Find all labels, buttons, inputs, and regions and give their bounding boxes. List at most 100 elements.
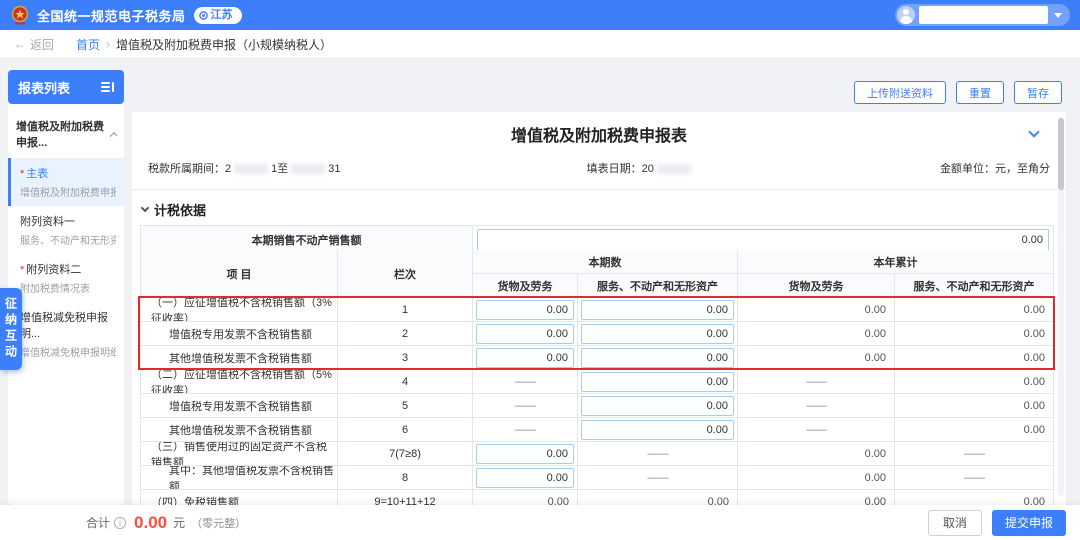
sidebar-item-label: *主表	[20, 165, 116, 181]
col-header-line-no: 栏次	[338, 250, 473, 298]
row-5-col-2-cell	[578, 394, 738, 418]
required-asterisk: *	[20, 264, 24, 276]
reset-button[interactable]: 重置	[956, 81, 1004, 104]
sidebar-item-1[interactable]: 附列资料一服务、不动产和无形资产扣..	[8, 206, 124, 254]
footer-bar: 合计 i 0.00 元 （零元整） 取消 提交申报	[0, 505, 1080, 540]
sidebar-item-2[interactable]: *附列资料二附加税费情况表	[8, 254, 124, 302]
chevron-down-icon	[1054, 13, 1062, 18]
col-header-goods-services: 货物及劳务	[473, 274, 578, 298]
row-8-col-4-not-applicable: ——	[895, 466, 1054, 490]
row-2-col-4-value: 0.00	[895, 322, 1054, 346]
row-4-col-1-not-applicable: ——	[473, 370, 578, 394]
row-6-col-2-input[interactable]	[581, 420, 734, 440]
row-6-label: 其他增值税发票不含税销售额	[141, 418, 338, 442]
row-8-col-3-value: 0.00	[738, 466, 895, 490]
region-badge[interactable]: 江苏	[194, 7, 242, 24]
chevron-down-icon	[141, 204, 149, 212]
sidebar-collapse-icon[interactable]	[101, 82, 114, 93]
breadcrumb-current-page: 增值税及附加税费申报（小规模纳税人）	[116, 36, 332, 53]
row-5-label: 增值税专用发票不含税销售额	[141, 394, 338, 418]
top-header-bar: 全国统一规范电子税务局 江苏	[0, 0, 1080, 30]
row-7-col-3-value: 0.00	[738, 442, 895, 466]
sidebar-item-label: *附列资料二	[20, 261, 116, 277]
row-3-col-2-cell	[578, 346, 738, 370]
upload-attachments-button[interactable]: 上传附送资料	[854, 81, 946, 104]
sidebar-group-vat-declaration[interactable]: 增值税及附加税费申报...	[8, 104, 124, 158]
row-1-col-3-value: 0.00	[738, 298, 895, 322]
user-account-menu[interactable]	[895, 4, 1070, 26]
row-2-col-1-cell	[473, 322, 578, 346]
app-title: 全国统一规范电子税务局	[37, 6, 186, 25]
row-1-line-no: 1	[338, 298, 473, 322]
col-header-services-property: 服务、不动产和无形资产	[578, 274, 738, 298]
declaration-form-card: 增值税及附加税费申报表 税款所属期间：21至31 填表日期：20 金额单位：元，…	[132, 112, 1066, 505]
section-title: 计税依据	[154, 200, 206, 219]
scrollbar-thumb[interactable]	[1058, 118, 1064, 190]
info-icon[interactable]: i	[114, 517, 126, 529]
sidebar-item-0[interactable]: *主表增值税及附加税费申报表	[8, 158, 124, 206]
row-7-line-no: 7(7≥8)	[338, 442, 473, 466]
row-5-col-4-value: 0.00	[895, 394, 1054, 418]
total-in-words: （零元整）	[191, 515, 246, 531]
save-draft-button[interactable]: 暂存	[1014, 81, 1062, 104]
row-5-col-2-input[interactable]	[581, 396, 734, 416]
breadcrumb-home-link[interactable]: 首页	[76, 36, 100, 53]
tax-bureau-emblem-icon	[10, 5, 30, 25]
sidebar-item-subtitle: 服务、不动产和无形资产扣..	[20, 232, 116, 247]
row-2-col-1-input[interactable]	[476, 324, 574, 344]
row-3-col-1-input[interactable]	[476, 348, 574, 368]
region-badge-label: 江苏	[211, 7, 233, 24]
row-7-label: （三）销售使用过的固定资产不含税销售额	[141, 442, 338, 466]
row-1-col-2-cell	[578, 298, 738, 322]
row-5-col-1-not-applicable: ——	[473, 394, 578, 418]
cancel-button[interactable]: 取消	[928, 510, 982, 536]
row-1-col-2-input[interactable]	[581, 300, 734, 320]
sidebar-items: *主表增值税及附加税费申报表附列资料一服务、不动产和无形资产扣..*附列资料二附…	[8, 158, 124, 366]
row-3-col-3-value: 0.00	[738, 346, 895, 370]
user-name-box	[919, 6, 1048, 24]
back-button[interactable]: ← 返回	[14, 36, 54, 53]
tax-interaction-floating-tab[interactable]: 征纳互动	[0, 288, 22, 370]
breadcrumb: ← 返回 首页 › 增值税及附加税费申报（小规模纳税人）	[0, 30, 1080, 59]
row-7-col-1-input[interactable]	[476, 444, 574, 464]
tax-period: 税款所属期间：21至31	[148, 160, 341, 176]
total-unit: 元	[173, 514, 185, 531]
row-6-col-1-not-applicable: ——	[473, 418, 578, 442]
back-arrow-icon: ←	[14, 37, 26, 51]
col-header-goods-services: 货物及劳务	[738, 274, 895, 298]
row-4-col-4-value: 0.00	[895, 370, 1054, 394]
row-2-col-2-cell	[578, 322, 738, 346]
total-amount: 0.00	[134, 513, 167, 533]
redacted-date	[291, 164, 325, 174]
row-6-col-4-value: 0.00	[895, 418, 1054, 442]
row-2-col-2-input[interactable]	[581, 324, 734, 344]
row-8-label: 其中：其他增值税发票不含税销售额	[141, 466, 338, 490]
fill-date: 填表日期：20	[587, 160, 694, 176]
row-8-col-1-input[interactable]	[476, 468, 574, 488]
row-6-col-3-not-applicable: ——	[738, 418, 895, 442]
row-4-label: （二）应征增值税不含税销售额（5%征收率）	[141, 370, 338, 394]
page: 全国统一规范电子税务局 江苏 ← 返回 首页 › 增值税及附加税费申报（小规模纳…	[0, 0, 1080, 540]
breadcrumb-separator: ›	[106, 37, 110, 51]
location-pin-icon	[199, 11, 208, 20]
row-1-col-1-input[interactable]	[476, 300, 574, 320]
redacted-date	[657, 164, 691, 174]
row-8-col-2-not-applicable: ——	[578, 466, 738, 490]
back-label: 返回	[30, 36, 54, 53]
row-3-col-2-input[interactable]	[581, 348, 734, 368]
row-1-col-1-cell	[473, 298, 578, 322]
tax-basis-section-header[interactable]: 计税依据	[132, 190, 1066, 225]
tax-basis-table: 本期销售不动产销售额 项 目 栏次 本期数 本年累计 货物及劳务 服务、不动产和…	[140, 225, 1053, 514]
property-sales-input[interactable]	[477, 229, 1049, 251]
submit-declaration-button[interactable]: 提交申报	[992, 510, 1066, 536]
sidebar-item-3[interactable]: 增值税减免税申报明...增值税减免税申报明细表	[8, 302, 124, 366]
row-1-col-4-value: 0.00	[895, 298, 1054, 322]
row-4-col-2-input[interactable]	[581, 372, 734, 392]
total-label: 合计	[86, 514, 110, 531]
col-group-current-period: 本期数	[473, 250, 738, 274]
sidebar-title: 报表列表	[18, 78, 70, 97]
collapse-form-chevron-icon[interactable]	[1028, 126, 1039, 137]
sidebar-item-subtitle: 增值税减免税申报明细表	[20, 344, 116, 359]
row-7-col-4-not-applicable: ——	[895, 442, 1054, 466]
row-5-line-no: 5	[338, 394, 473, 418]
